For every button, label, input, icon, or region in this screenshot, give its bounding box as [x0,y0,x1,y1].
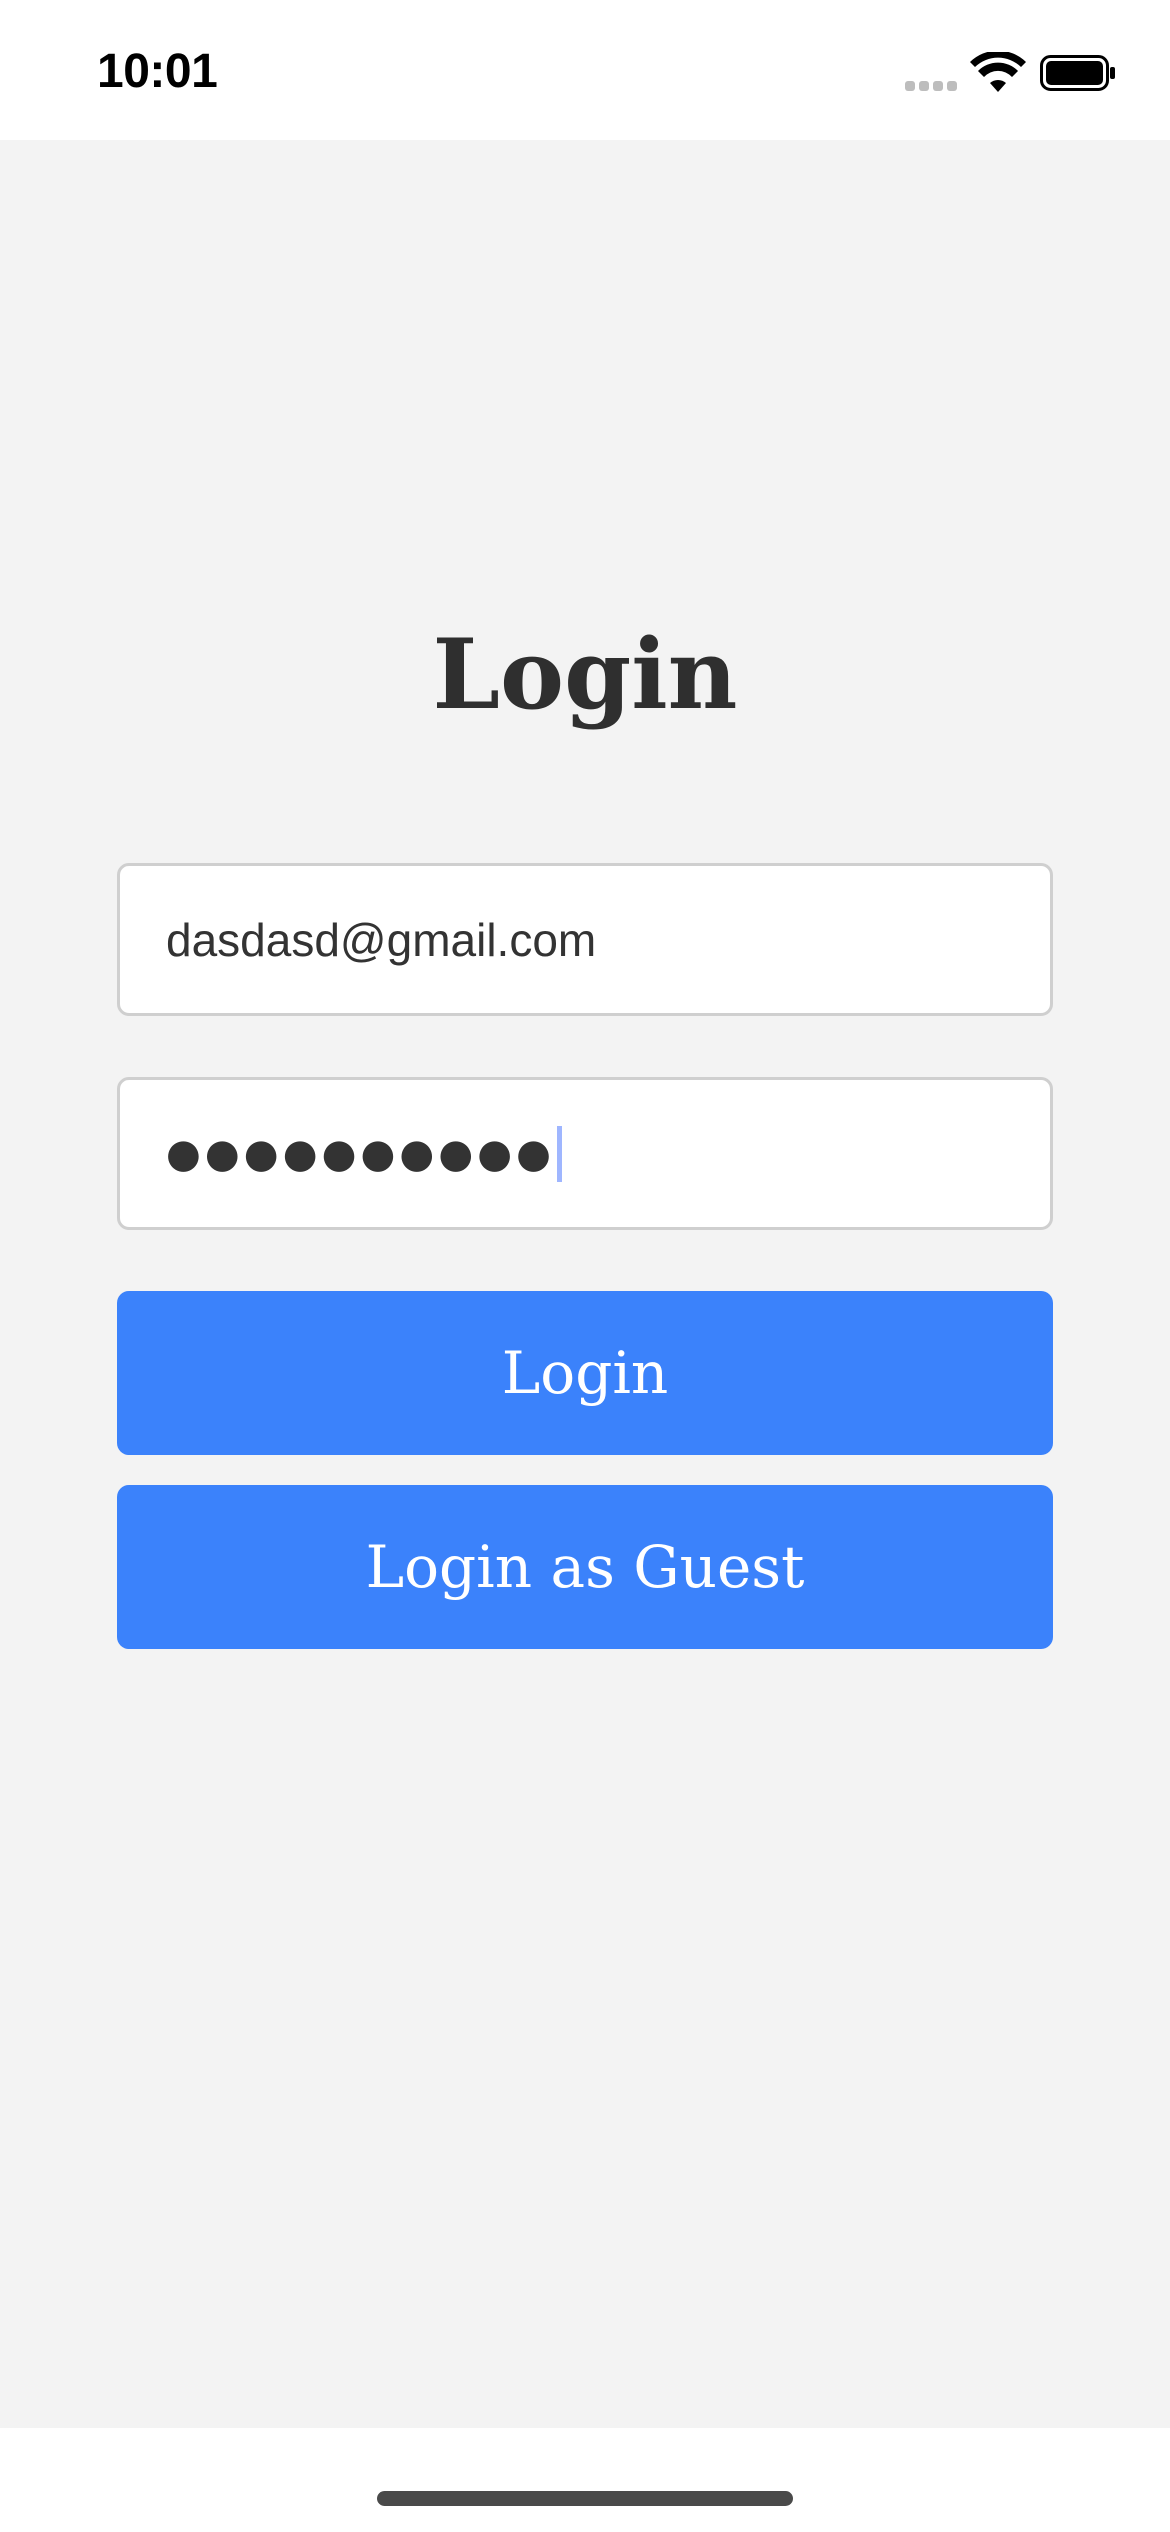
status-time: 10:01 [97,45,218,98]
page-title: Login [432,618,738,731]
home-indicator[interactable] [377,2491,793,2506]
login-screen: 10:01 Login ●●●●●●●●●● Login Login as Gu… [0,0,1170,2532]
email-input[interactable] [166,912,1050,967]
login-as-guest-button[interactable]: Login as Guest [117,1485,1053,1649]
text-caret [557,1125,563,1182]
email-field[interactable] [117,863,1053,1016]
password-input[interactable]: ●●●●●●●●●● [166,1131,555,1177]
wifi-icon [970,52,1026,92]
status-bar: 10:01 [0,0,1170,140]
main-content [0,140,1170,2428]
battery-icon [1040,55,1115,91]
signal-icon [905,81,959,93]
home-indicator-area [0,2428,1170,2532]
login-button[interactable]: Login [117,1291,1053,1455]
password-field[interactable]: ●●●●●●●●●● [117,1077,1053,1230]
